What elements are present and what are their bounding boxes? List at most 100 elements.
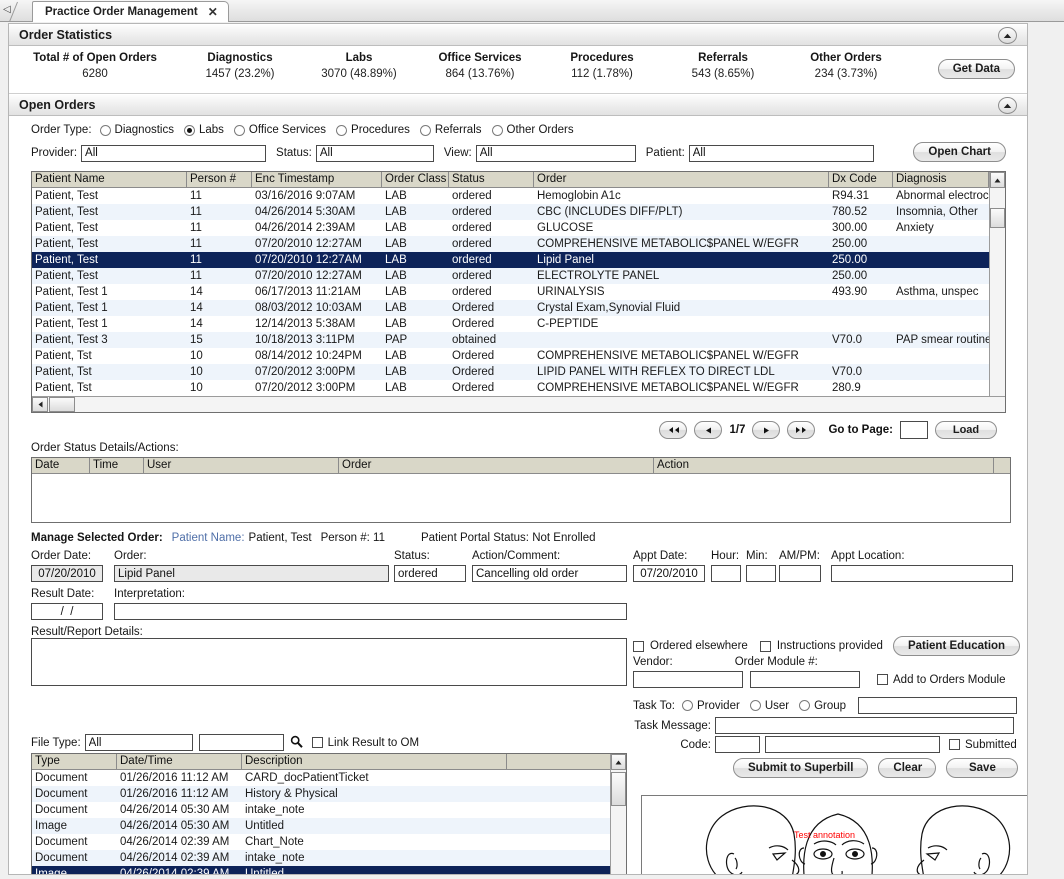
- table-row[interactable]: Patient, Tst1008/14/2012 10:24PMLABOrder…: [32, 348, 1005, 364]
- radio-procedures[interactable]: [336, 125, 347, 136]
- appt-date-input[interactable]: [633, 565, 705, 582]
- result-report-details-textarea[interactable]: [31, 638, 627, 686]
- tab-practice-order-management[interactable]: Practice Order Management ✕: [32, 1, 229, 22]
- column-header[interactable]: Enc Timestamp: [252, 172, 382, 187]
- hscroll-thumb[interactable]: [49, 397, 75, 412]
- radio-task-user[interactable]: [750, 700, 761, 711]
- scroll-thumb[interactable]: [611, 772, 626, 806]
- submit-to-superbill-button[interactable]: Submit to Superbill: [733, 758, 868, 778]
- table-row[interactable]: Patient, Test 11412/14/2013 5:38AMLABOrd…: [32, 316, 1005, 332]
- tab-scroll-left-icon[interactable]: ◁: [3, 4, 11, 16]
- provider-input[interactable]: [81, 145, 266, 162]
- task-message-input[interactable]: [715, 717, 1014, 734]
- list-item[interactable]: Document01/26/2016 11:12 AMHistory & Phy…: [32, 786, 626, 802]
- open-orders-horizontal-scrollbar[interactable]: [32, 396, 1005, 412]
- patient-education-button[interactable]: Patient Education: [893, 636, 1020, 656]
- order-module-input[interactable]: [750, 671, 860, 688]
- column-header[interactable]: Type: [32, 754, 117, 769]
- list-item[interactable]: Document04/26/2014 05:30 AMintake_note: [32, 802, 626, 818]
- column-header[interactable]: Action: [654, 458, 994, 473]
- column-header[interactable]: Order: [339, 458, 654, 473]
- list-item[interactable]: Document04/26/2014 02:39 AMChart_Note: [32, 834, 626, 850]
- radio-referrals[interactable]: [420, 125, 431, 136]
- next-page-button[interactable]: [752, 421, 780, 439]
- document-image-preview[interactable]: Test annotation: [641, 795, 1028, 875]
- table-row[interactable]: Patient, Test1104/26/2014 2:39AMLABorder…: [32, 220, 1005, 236]
- radio-labs[interactable]: [184, 125, 195, 136]
- document-search-input[interactable]: [199, 734, 284, 751]
- column-header[interactable]: User: [144, 458, 339, 473]
- radio-task-group[interactable]: [799, 700, 810, 711]
- status-input[interactable]: [316, 145, 434, 162]
- result-date-input[interactable]: [31, 603, 103, 620]
- ordered-elsewhere-checkbox[interactable]: [633, 641, 644, 652]
- column-header[interactable]: Date: [32, 458, 90, 473]
- patient-input[interactable]: [689, 145, 874, 162]
- submitted-checkbox[interactable]: [949, 739, 960, 750]
- first-page-button[interactable]: [659, 421, 687, 439]
- column-header[interactable]: Person #: [187, 172, 252, 187]
- scroll-up-arrow-icon[interactable]: [611, 754, 626, 770]
- appt-hour-input[interactable]: [711, 565, 741, 582]
- task-to-input[interactable]: [858, 697, 1017, 714]
- list-item[interactable]: Document04/26/2014 02:39 AMintake_note: [32, 850, 626, 866]
- previous-page-button[interactable]: [694, 421, 722, 439]
- column-header[interactable]: Date/Time: [117, 754, 242, 769]
- appt-min-input[interactable]: [746, 565, 776, 582]
- open-chart-button[interactable]: Open Chart: [913, 142, 1006, 162]
- radio-other-orders[interactable]: [492, 125, 503, 136]
- magnifier-icon[interactable]: [290, 735, 303, 751]
- table-row[interactable]: Patient, Test1104/26/2014 5:30AMLABorder…: [32, 204, 1005, 220]
- documents-grid-body[interactable]: Document01/26/2016 11:12 AMCARD_docPatie…: [32, 770, 626, 875]
- order-status-input[interactable]: [394, 565, 466, 582]
- collapse-open-orders-button[interactable]: [998, 97, 1017, 114]
- appt-ampm-input[interactable]: [779, 565, 821, 582]
- go-to-page-input[interactable]: [900, 421, 928, 439]
- scroll-left-arrow-icon[interactable]: [32, 397, 48, 412]
- code-description-input[interactable]: [765, 736, 940, 753]
- collapse-order-statistics-button[interactable]: [998, 27, 1017, 44]
- action-comment-input[interactable]: [472, 565, 627, 582]
- column-header[interactable]: Status: [449, 172, 534, 187]
- table-row[interactable]: Patient, Test1107/20/2010 12:27AMLABorde…: [32, 236, 1005, 252]
- column-header[interactable]: Description: [242, 754, 507, 769]
- file-type-input[interactable]: [85, 734, 193, 751]
- column-header[interactable]: Order: [534, 172, 829, 187]
- table-row[interactable]: Patient, Test 11406/17/2013 11:21AMLABor…: [32, 284, 1005, 300]
- list-item[interactable]: Image04/26/2014 05:30 AMUntitled: [32, 818, 626, 834]
- order-name-input[interactable]: [114, 565, 389, 582]
- table-row[interactable]: Patient, Test 31510/18/2013 3:11PMPAPobt…: [32, 332, 1005, 348]
- load-page-button[interactable]: Load: [935, 421, 997, 439]
- view-input[interactable]: [476, 145, 636, 162]
- radio-diagnostics[interactable]: [100, 125, 111, 136]
- column-header[interactable]: Order Class: [382, 172, 449, 187]
- column-header[interactable]: Time: [90, 458, 144, 473]
- scroll-up-arrow-icon[interactable]: [990, 172, 1005, 188]
- table-row[interactable]: Patient, Test1107/20/2010 12:27AMLABorde…: [32, 268, 1005, 284]
- vendor-input[interactable]: [633, 671, 743, 688]
- interpretation-input[interactable]: [114, 603, 627, 620]
- list-item[interactable]: Image04/26/2014 02:39 AMUntitled: [32, 866, 626, 875]
- radio-task-provider[interactable]: [682, 700, 693, 711]
- table-row[interactable]: Patient, Tst1007/20/2012 3:00PMLABOrdere…: [32, 380, 1005, 396]
- open-orders-grid-body[interactable]: Patient, Test1103/16/2016 9:07AMLABorder…: [32, 188, 1005, 396]
- add-to-orders-module-checkbox[interactable]: [877, 674, 888, 685]
- table-row[interactable]: Patient, Test1103/16/2016 9:07AMLABorder…: [32, 188, 1005, 204]
- scroll-thumb[interactable]: [990, 208, 1005, 228]
- save-button[interactable]: Save: [946, 758, 1018, 778]
- list-item[interactable]: Document01/26/2016 11:12 AMCARD_docPatie…: [32, 770, 626, 786]
- get-data-button[interactable]: Get Data: [938, 59, 1015, 79]
- table-row[interactable]: Patient, Test 11408/03/2012 10:03AMLABOr…: [32, 300, 1005, 316]
- clear-button[interactable]: Clear: [878, 758, 936, 778]
- column-header[interactable]: Diagnosis: [893, 172, 989, 187]
- open-orders-vertical-scrollbar[interactable]: [989, 172, 1005, 412]
- column-header[interactable]: Patient Name: [32, 172, 187, 187]
- radio-office-services[interactable]: [234, 125, 245, 136]
- table-row[interactable]: Patient, Tst1007/20/2012 3:00PMLABOrdere…: [32, 364, 1005, 380]
- link-result-to-om-checkbox[interactable]: [312, 737, 323, 748]
- column-header[interactable]: Dx Code: [829, 172, 893, 187]
- table-row[interactable]: Patient, Test1107/20/2010 12:27AMLABorde…: [32, 252, 1005, 268]
- last-page-button[interactable]: [787, 421, 815, 439]
- instructions-provided-checkbox[interactable]: [760, 641, 771, 652]
- documents-vertical-scrollbar[interactable]: [610, 754, 626, 875]
